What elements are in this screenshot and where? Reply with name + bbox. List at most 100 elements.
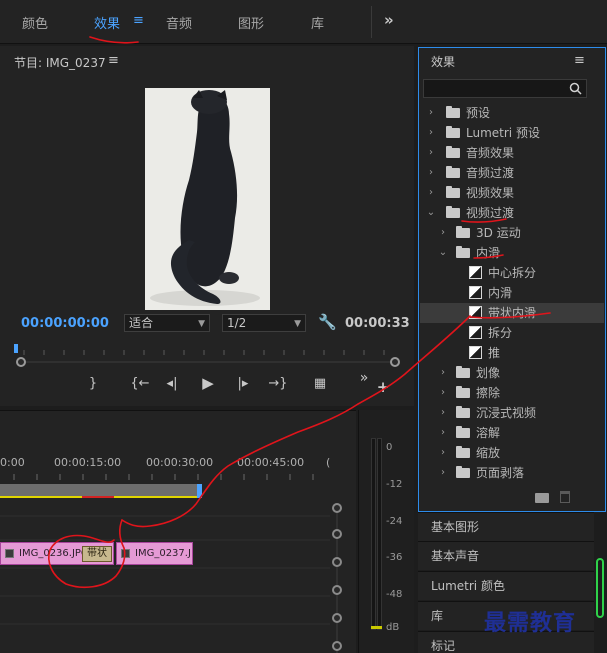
effects-tree-item[interactable]: › 页面剥落 (420, 463, 604, 483)
effects-tree-item[interactable]: ⌄ 视频过渡 (420, 203, 604, 223)
fx-badge-icon (5, 549, 14, 558)
chevron-right-icon[interactable]: › (438, 423, 448, 443)
program-monitor-title[interactable]: 节目: IMG_0237 (14, 54, 106, 71)
folder-icon (456, 406, 470, 418)
effects-tree-item[interactable]: › Lumetri 预设 (420, 123, 604, 143)
chevron-right-icon[interactable]: › (426, 103, 436, 123)
watermark-logo: 最需教育 (484, 610, 577, 636)
workspace-tab-effects[interactable]: 效果 (94, 13, 120, 32)
chevron-right-icon[interactable]: › (426, 143, 436, 163)
add-button-icon[interactable]: + (373, 378, 393, 396)
chevron-right-icon[interactable]: › (426, 163, 436, 183)
tree-item-label: 缩放 (476, 446, 501, 460)
effects-tree-item[interactable]: › 溶解 (420, 423, 604, 443)
chevron-right-icon[interactable]: › (438, 363, 448, 383)
tree-item-label: 预设 (466, 106, 491, 120)
folder-icon (456, 426, 470, 438)
current-timecode[interactable]: 00:00:00:00 (21, 316, 109, 331)
effects-tree-item[interactable]: › 预设 (420, 103, 604, 123)
chevron-right-icon[interactable]: › (438, 383, 448, 403)
effects-tree-item[interactable]: › 划像 (420, 363, 604, 383)
effects-tree-item[interactable]: 拆分 (420, 323, 604, 343)
effects-tree-item[interactable]: 推 (420, 343, 604, 363)
effects-tree-item[interactable]: › 视频效果 (420, 183, 604, 203)
folder-icon (456, 226, 470, 238)
chevron-right-icon[interactable]: › (438, 403, 448, 423)
chevron-right-icon[interactable]: › (426, 183, 436, 203)
workspace-tab-color[interactable]: 颜色 (22, 13, 48, 32)
new-bin-icon[interactable] (535, 493, 549, 503)
go-to-out-button[interactable]: →} (266, 376, 290, 391)
workspace-more-icon[interactable]: » (384, 11, 394, 29)
step-back-button[interactable]: ◂| (162, 376, 182, 391)
meter-bar-left (371, 438, 376, 630)
side-panel-lumetri-color[interactable]: Lumetri 颜色 (418, 571, 594, 600)
step-forward-button[interactable]: |▸ (233, 376, 253, 391)
effects-tree-item[interactable]: › 音频过渡 (420, 163, 604, 183)
workspace-bar: 颜色 效果 ≡ 音频 图形 库 » (0, 0, 607, 44)
effects-tree-item[interactable]: › 沉浸式视频 (420, 403, 604, 423)
effects-search-field[interactable] (423, 79, 587, 98)
effects-tree-item[interactable]: 中心拆分 (420, 263, 604, 283)
db-label: -24 (386, 516, 403, 527)
panel-scrollbar[interactable] (596, 558, 604, 618)
workspace-tab-graphics[interactable]: 图形 (238, 13, 264, 32)
folder-icon (446, 206, 460, 218)
timeline-time-label: 0:00 (0, 456, 25, 469)
clip-name: IMG_0237.J (135, 548, 191, 559)
program-menu-icon[interactable]: ≡ (108, 53, 119, 68)
mark-out-button[interactable]: } (83, 376, 103, 391)
folder-icon (456, 386, 470, 398)
effects-search-input[interactable] (426, 81, 566, 96)
workspace-menu-icon[interactable]: ≡ (133, 13, 144, 28)
more-controls-icon[interactable]: » (354, 370, 374, 386)
transition-icon (469, 346, 482, 359)
wrench-icon[interactable]: 🔧 (318, 313, 337, 331)
fit-dropdown[interactable]: 适合 ▼ (124, 314, 210, 332)
effects-tree-item-selected[interactable]: 带状内滑 (420, 303, 604, 323)
timeline-time-label: ( (326, 456, 331, 469)
effects-tree-item[interactable]: ⌄ 内滑 (420, 243, 604, 263)
chevron-right-icon[interactable]: › (438, 463, 448, 483)
timeline-time-label: 00:00:15:00 (54, 456, 122, 469)
side-panel-essential-sound[interactable]: 基本声音 (418, 541, 594, 570)
effects-tree-item[interactable]: › 3D 运动 (420, 223, 604, 243)
transition-icon (469, 326, 482, 339)
chevron-right-icon[interactable]: › (438, 443, 448, 463)
go-to-in-button[interactable]: {← (128, 376, 152, 391)
chevron-down-icon[interactable]: ⌄ (426, 203, 436, 223)
chevron-down-icon[interactable]: ⌄ (438, 243, 448, 263)
effects-tree-item[interactable]: › 擦除 (420, 383, 604, 403)
tree-item-label: 页面剥落 (476, 466, 525, 480)
transition-marker[interactable]: 带状 (82, 546, 112, 562)
effects-tree-item[interactable]: › 音频效果 (420, 143, 604, 163)
workspace-tab-libraries[interactable]: 库 (311, 13, 324, 32)
side-panel-essential-graphics[interactable]: 基本图形 (418, 512, 594, 541)
tree-item-label: 3D 运动 (476, 226, 521, 240)
duration-timecode: 00:00:33 (345, 316, 410, 331)
resolution-dropdown[interactable]: 1/2 ▼ (222, 314, 306, 332)
effects-panel-title[interactable]: 效果 (431, 53, 455, 70)
trash-icon[interactable] (560, 491, 570, 503)
chevron-right-icon[interactable]: › (438, 223, 448, 243)
folder-icon (446, 186, 460, 198)
tree-item-label: 中心拆分 (488, 266, 537, 280)
timeline-time-label: 00:00:30:00 (146, 456, 214, 469)
effects-menu-icon[interactable]: ≡ (574, 53, 585, 68)
tree-item-label: 内滑 (488, 286, 513, 300)
meter-level (371, 626, 382, 629)
chevron-right-icon[interactable]: › (426, 123, 436, 143)
export-frame-button[interactable]: ▦ (310, 376, 330, 391)
timeline-clip[interactable]: IMG_0237.J (116, 542, 193, 565)
workspace-divider (371, 6, 372, 38)
workspace-tab-audio[interactable]: 音频 (166, 13, 192, 32)
play-button[interactable]: ▶ (198, 374, 218, 392)
resolution-dropdown-value: 1/2 (227, 316, 247, 330)
effects-tree-item[interactable]: 内滑 (420, 283, 604, 303)
folder-icon (446, 166, 460, 178)
effects-tree-item[interactable]: › 缩放 (420, 443, 604, 463)
db-label: -36 (386, 552, 403, 563)
video-preview[interactable] (145, 88, 270, 310)
tree-item-label: 沉浸式视频 (476, 406, 537, 420)
search-icon (569, 82, 582, 95)
